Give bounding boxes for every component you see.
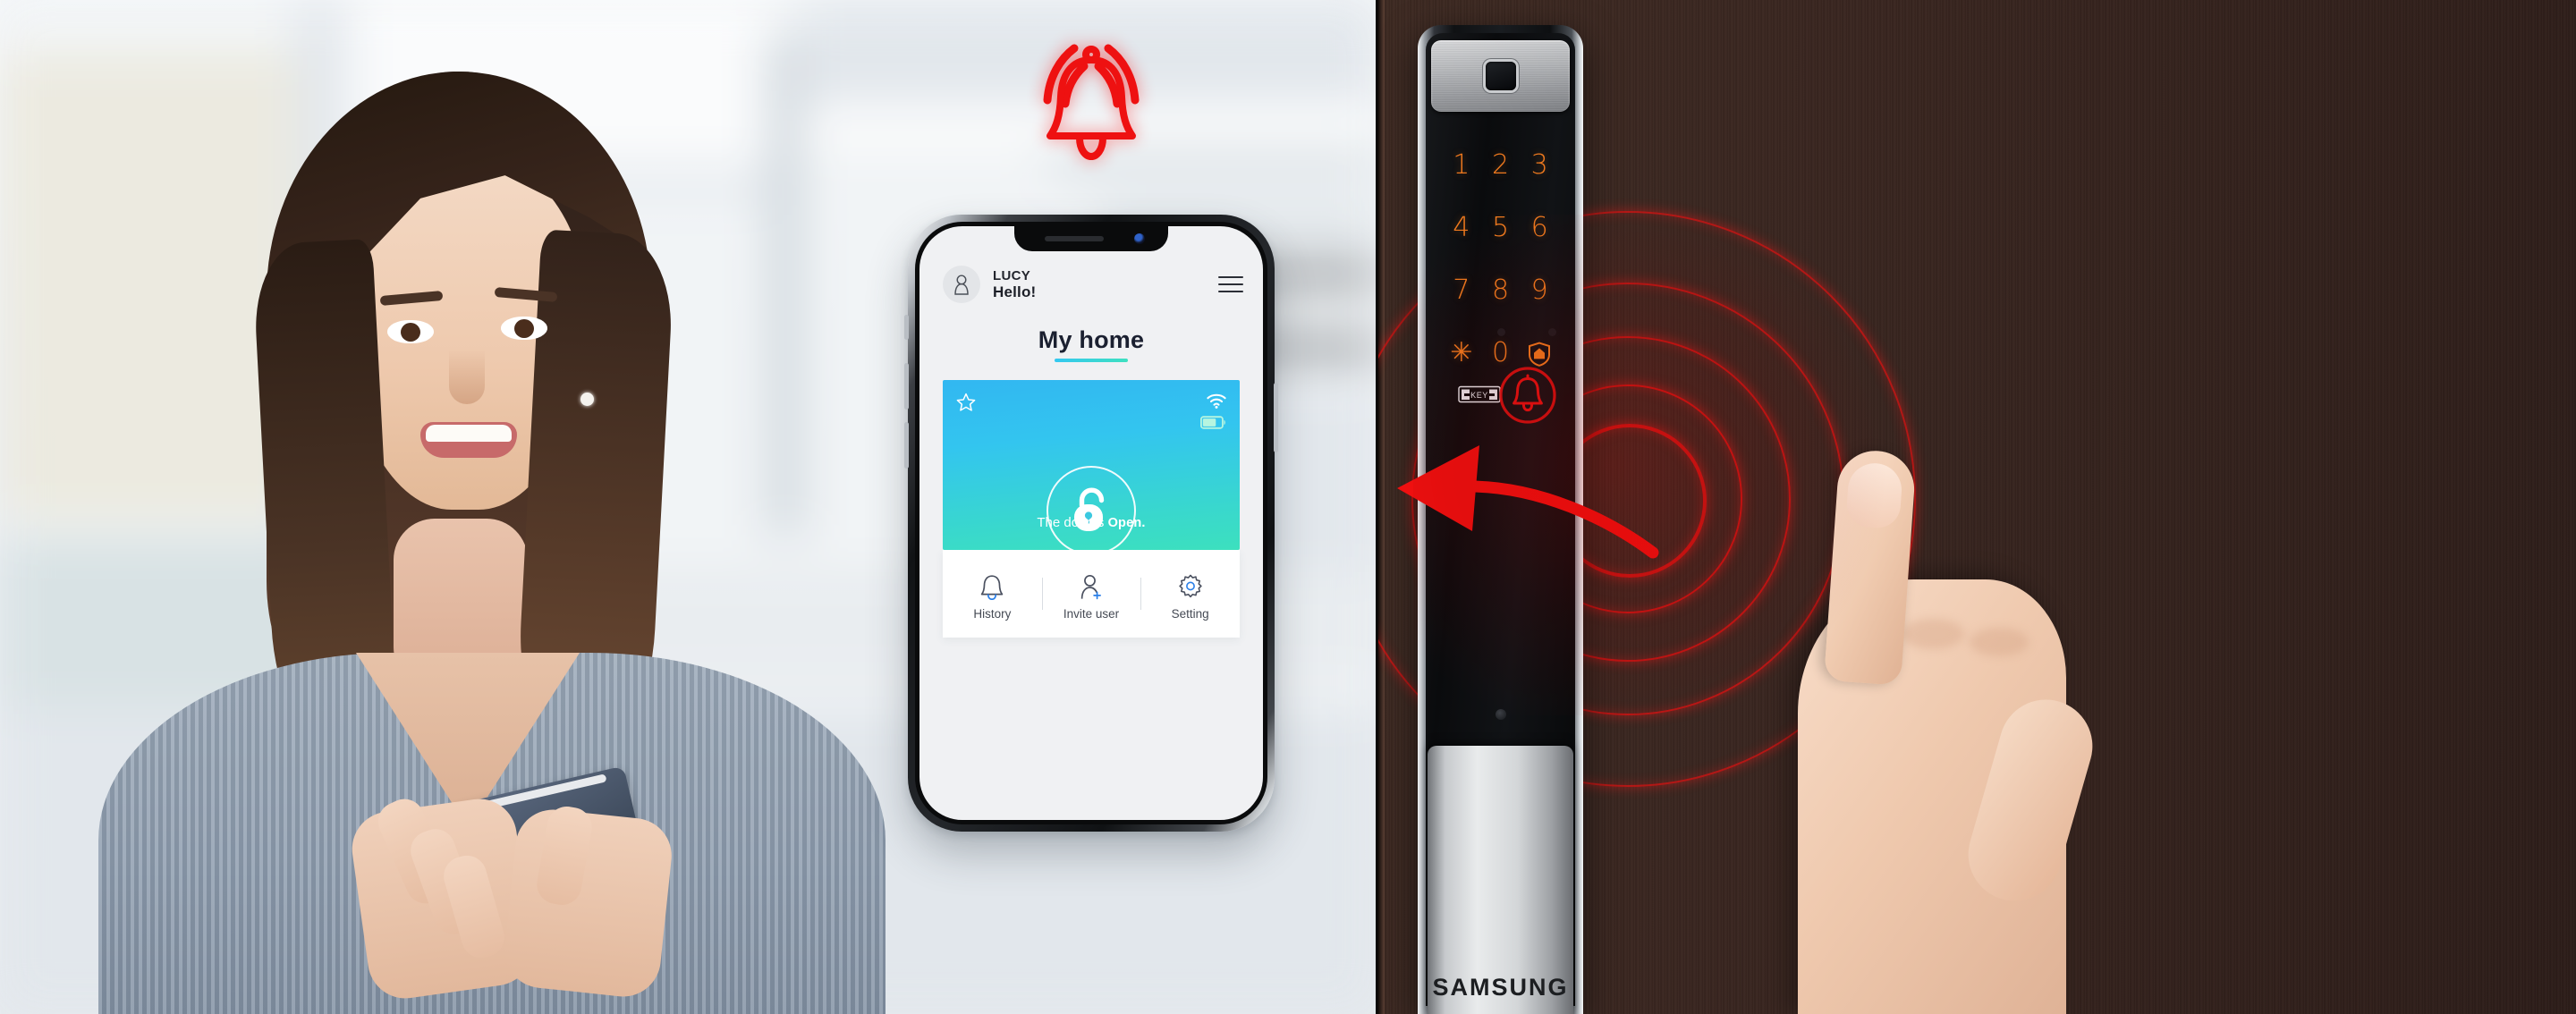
door-status-prefix: The door is	[1037, 515, 1108, 530]
door-frame-seam	[1377, 0, 1385, 1014]
fingerprint-sensor[interactable]	[1485, 62, 1516, 90]
keypad-indicator-dot-left	[1497, 328, 1505, 336]
power-button[interactable]	[1274, 383, 1278, 452]
keypad-key-7[interactable]: 7	[1442, 273, 1481, 308]
volume-up-button[interactable]	[904, 363, 909, 410]
status-led	[1495, 709, 1506, 720]
page-title-wrap: My home	[919, 326, 1263, 362]
action-label-invite-user: Invite user	[1063, 607, 1120, 621]
eye-left	[387, 320, 434, 343]
gear-icon	[1140, 567, 1240, 601]
user-avatar-icon	[954, 275, 969, 295]
hamburger-menu-icon[interactable]	[1218, 276, 1243, 292]
numeric-keypad: 1 2 3 4 5 6 7 8 9 ✳ 0	[1426, 148, 1575, 371]
greeting-text: Hello!	[993, 283, 1037, 300]
brand-logo: SAMSUNG	[1432, 974, 1569, 1001]
left-photo-panel: LUCY Hello! My home The door is Open. Hi…	[0, 0, 1377, 1014]
teeth	[426, 425, 512, 442]
bell-icon	[943, 567, 1042, 601]
eye-right	[501, 317, 547, 340]
action-label-setting: Setting	[1171, 607, 1209, 621]
doorbell-button[interactable]	[1498, 366, 1557, 425]
smiling-mouth	[420, 422, 517, 458]
keypad-key-4[interactable]: 4	[1442, 210, 1481, 246]
keycard-label: KEY	[1470, 391, 1488, 400]
keypad-key-1[interactable]: 1	[1442, 148, 1481, 183]
home-shield-icon	[1529, 342, 1551, 367]
earpiece-speaker	[1045, 236, 1104, 241]
action-setting[interactable]: Setting	[1140, 567, 1240, 621]
keypad-key-6[interactable]: 6	[1520, 210, 1559, 246]
phone-bezel: LUCY Hello! My home The door is Open. Hi…	[915, 222, 1267, 824]
knuckle-3	[1970, 628, 2029, 656]
user-name: LUCY	[993, 267, 1031, 283]
bell-button-icon	[1499, 367, 1556, 424]
smartphone-mockup: LUCY Hello! My home The door is Open. Hi…	[904, 215, 1278, 832]
quick-actions-row: History Invite user Setting	[943, 550, 1240, 638]
index-finger	[1824, 448, 1917, 686]
wifi-icon	[1207, 393, 1226, 409]
fingernail	[1845, 461, 1904, 530]
keypad-key-9[interactable]: 9	[1520, 273, 1559, 308]
curved-left-arrow-icon	[1397, 445, 1659, 559]
battery-icon	[1200, 416, 1225, 429]
keypad-indicator-dot-right	[1548, 328, 1556, 336]
lock-status-ring[interactable]	[1046, 466, 1136, 550]
knuckle-2	[1902, 619, 1964, 649]
title-underline	[1055, 359, 1128, 362]
action-invite-user[interactable]: Invite user	[1041, 567, 1141, 621]
door-status-value: Open.	[1107, 516, 1146, 530]
user-plus-icon	[1042, 567, 1141, 601]
pointing-hand	[1717, 429, 2104, 1014]
phone-notch	[1014, 226, 1168, 251]
silent-switch[interactable]	[904, 315, 909, 340]
rfid-key-card-icon[interactable]: KEY	[1458, 384, 1501, 405]
woman-photo-subject	[98, 36, 886, 1014]
nose	[449, 349, 485, 404]
phone-screen: LUCY Hello! My home The door is Open. Hi…	[919, 226, 1263, 820]
ringing-bell-icon	[1006, 25, 1176, 168]
keypad-key-2[interactable]: 2	[1481, 148, 1521, 183]
greeting-block: LUCY Hello!	[993, 268, 1036, 300]
star-outline-icon[interactable]	[955, 392, 977, 413]
right-door-panel: 1 2 3 4 5 6 7 8 9 ✳ 0 KEY SAMSUNG	[1377, 0, 2576, 1014]
screenshot-stage: LUCY Hello! My home The door is Open. Hi…	[0, 0, 2576, 1014]
page-title: My home	[1038, 326, 1145, 353]
door-device-card[interactable]: The door is Open.	[943, 380, 1240, 550]
panel-divider	[1376, 0, 1378, 1014]
keypad-key-star[interactable]: ✳	[1442, 335, 1481, 371]
door-handle[interactable]: SAMSUNG	[1428, 746, 1573, 1014]
avatar[interactable]	[943, 266, 980, 303]
keypad-key-3[interactable]: 3	[1520, 148, 1559, 183]
keypad-key-5[interactable]: 5	[1481, 210, 1521, 246]
fingerprint-plate	[1431, 40, 1570, 112]
action-label-history: History	[973, 607, 1012, 621]
earring	[580, 393, 594, 406]
front-camera	[1134, 233, 1145, 244]
keypad-key-8[interactable]: 8	[1481, 273, 1521, 308]
door-status-text: The door is Open.	[943, 515, 1240, 530]
action-history[interactable]: History	[943, 567, 1042, 621]
volume-down-button[interactable]	[904, 422, 909, 469]
